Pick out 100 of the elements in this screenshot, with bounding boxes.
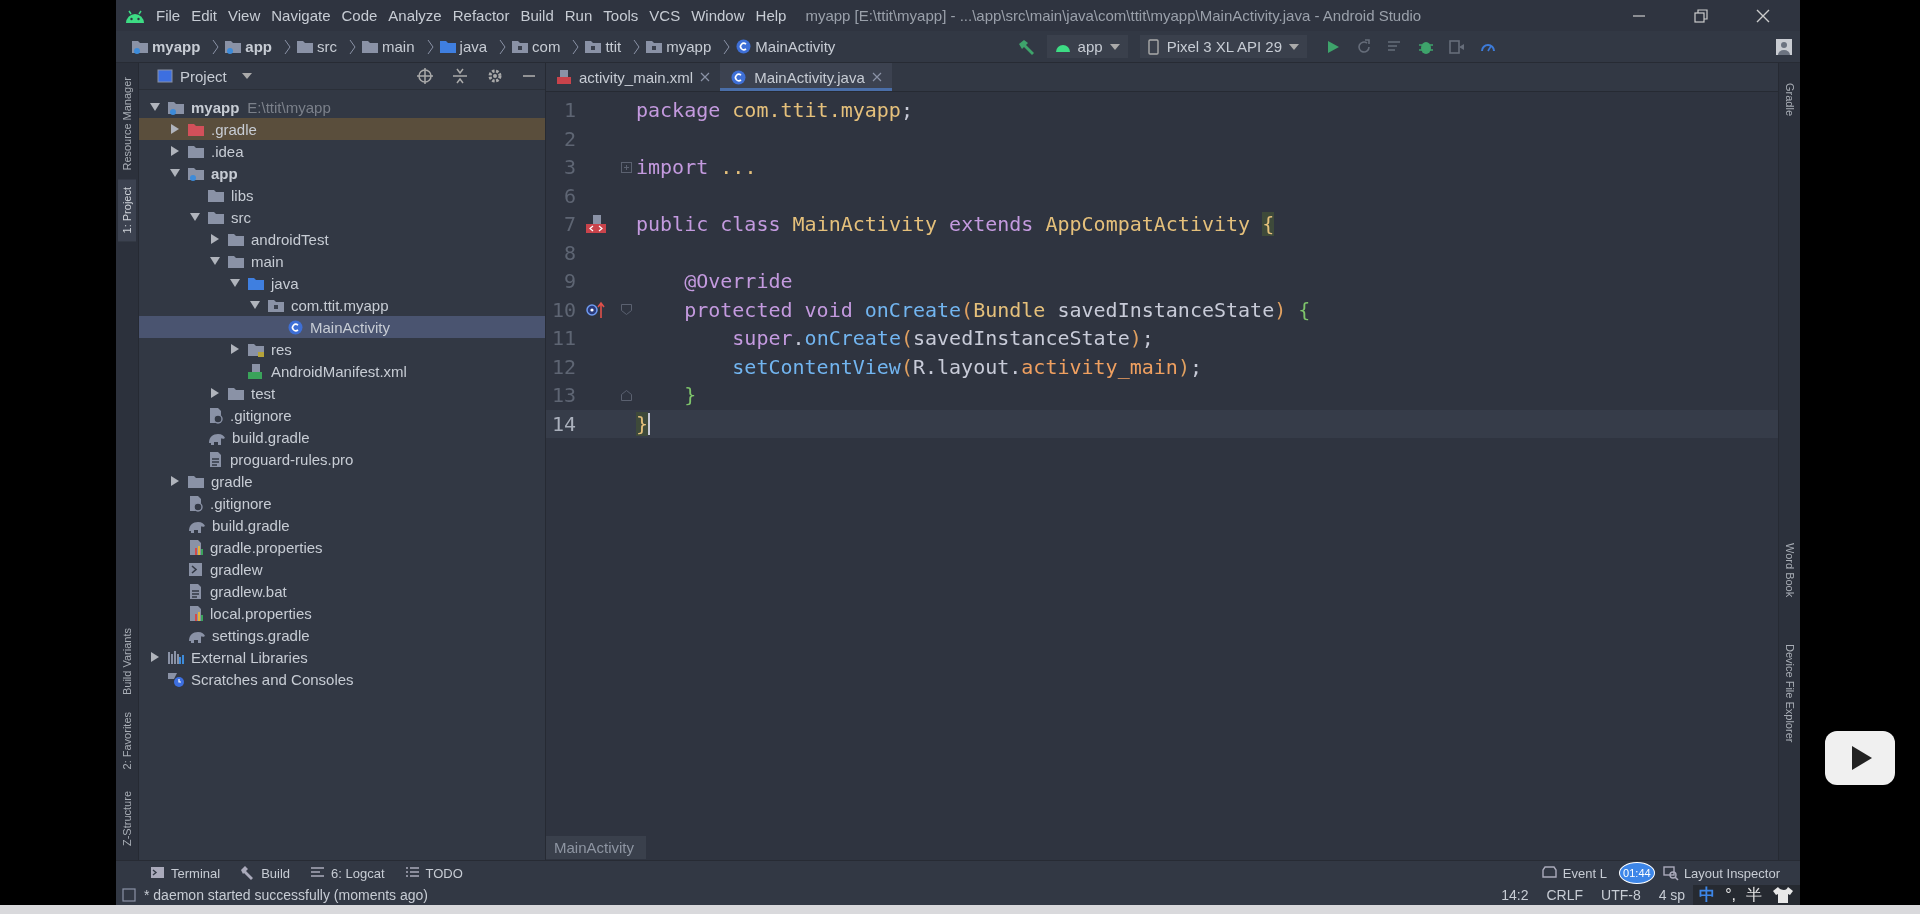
fold-start-icon[interactable] [620, 304, 632, 316]
collapse-all-icon[interactable] [453, 68, 467, 84]
expanded-arrow-icon[interactable] [169, 167, 181, 179]
override-marker-icon[interactable] [586, 300, 606, 319]
play-button-icon[interactable] [1825, 731, 1895, 785]
tree-item[interactable]: MainActivity [139, 316, 545, 338]
menu-item[interactable]: View [228, 7, 261, 24]
expanded-arrow-icon[interactable] [189, 211, 201, 223]
shirt-icon[interactable] [1772, 886, 1794, 904]
breadcrumb-item[interactable]: app [224, 38, 273, 55]
menu-item[interactable]: Run [564, 7, 593, 24]
breadcrumb-item[interactable]: main [361, 38, 415, 55]
ime-button[interactable]: °, [1725, 886, 1736, 904]
tree-item[interactable]: test [139, 382, 545, 404]
layout-file-icon[interactable] [585, 214, 607, 235]
close-icon[interactable] [1756, 8, 1770, 23]
hammer-icon[interactable] [1016, 37, 1035, 56]
collapsed-arrow-icon[interactable] [229, 343, 241, 355]
expanded-arrow-icon[interactable] [149, 101, 161, 113]
breadcrumb-item[interactable]: myapp [131, 38, 201, 55]
tool-window-tab[interactable]: Build Variants [118, 620, 136, 704]
collapsed-arrow-icon[interactable] [209, 387, 221, 399]
status-item[interactable]: 4 sp [1658, 887, 1686, 903]
menu-item[interactable]: Build [520, 7, 554, 24]
tree-item[interactable]: gradlew [139, 558, 545, 580]
expanded-arrow-icon[interactable] [229, 277, 241, 289]
tree-item[interactable]: app [139, 162, 545, 184]
breadcrumb-item[interactable]: com [511, 38, 561, 55]
menu-item[interactable]: Window [691, 7, 745, 24]
tree-item[interactable]: .gitignore [139, 492, 545, 514]
device-dropdown[interactable]: Pixel 3 XL API 29 [1139, 35, 1307, 58]
tree-item[interactable]: local.properties [139, 602, 545, 624]
close-icon[interactable] [871, 72, 882, 82]
tool-window-tab[interactable]: 1: Project [118, 178, 136, 242]
tree-item[interactable]: AndroidManifest.xml [139, 360, 545, 382]
tree-item[interactable]: External Libraries [139, 646, 545, 668]
ime-button[interactable]: 中 [1699, 884, 1716, 906]
breadcrumb-item[interactable]: MainActivity [735, 38, 836, 55]
status-item[interactable]: CRLF [1546, 887, 1583, 903]
collapsed-arrow-icon[interactable] [149, 651, 161, 663]
tree-item[interactable]: myapp E:\ttit\myapp [139, 96, 545, 118]
tool-window-button[interactable]: Terminal [150, 865, 221, 881]
menu-item[interactable]: Help [755, 7, 787, 24]
expanded-arrow-icon[interactable] [249, 299, 261, 311]
tree-item[interactable]: gradlew.bat [139, 580, 545, 602]
menu-item[interactable]: Navigate [271, 7, 331, 24]
tool-window-button[interactable]: 6: Logcat [310, 865, 385, 881]
status-item[interactable]: UTF-8 [1601, 887, 1641, 903]
breadcrumb-item[interactable]: src [296, 38, 338, 55]
run-icon[interactable] [1325, 38, 1341, 55]
tree-item[interactable]: Scratches and Consoles [139, 668, 545, 690]
restore-icon[interactable] [1694, 8, 1708, 23]
collapsed-arrow-icon[interactable] [169, 145, 181, 157]
project-view-dropdown[interactable]: Project [149, 67, 252, 85]
editor-tab[interactable]: MainActivity.java [720, 63, 892, 91]
tree-item[interactable]: com.ttit.myapp [139, 294, 545, 316]
editor-tab[interactable]: activity_main.xml [546, 63, 721, 91]
menu-item[interactable]: Code [341, 7, 378, 24]
tool-window-tab[interactable]: Word Book [1780, 535, 1799, 606]
tool-window-tab[interactable]: Z-Structure [118, 783, 136, 854]
run-config-dropdown[interactable]: app [1046, 35, 1128, 58]
menu-item[interactable]: VCS [649, 7, 681, 24]
tree-item[interactable]: main [139, 250, 545, 272]
locate-icon[interactable] [417, 68, 433, 84]
menu-item[interactable]: File [156, 7, 181, 24]
tool-window-tab[interactable]: Resource Manager [118, 69, 136, 179]
user-icon[interactable] [1776, 38, 1792, 55]
tree-item[interactable]: settings.gradle [139, 624, 545, 646]
collapsed-arrow-icon[interactable] [209, 233, 221, 245]
tool-window-tab[interactable]: Gradle [1780, 75, 1799, 125]
tree-item[interactable]: .idea [139, 140, 545, 162]
breadcrumb-item[interactable]: myapp [645, 38, 712, 55]
collapsed-arrow-icon[interactable] [169, 123, 181, 135]
tree-item[interactable]: res [139, 338, 545, 360]
tree-item[interactable]: gradle.properties [139, 536, 545, 558]
tree-item[interactable]: src [139, 206, 545, 228]
breadcrumb-item[interactable]: java [438, 38, 488, 55]
menu-item[interactable]: Edit [191, 7, 218, 24]
settings-icon[interactable] [487, 68, 503, 84]
menu-item[interactable]: Analyze [388, 7, 442, 24]
tool-window-button[interactable]: TODO [404, 865, 463, 881]
collapsed-arrow-icon[interactable] [169, 475, 181, 487]
status-item[interactable]: 14:2 [1501, 887, 1529, 903]
tool-window-tab[interactable]: 2: Favorites [118, 703, 136, 777]
expanded-arrow-icon[interactable] [209, 255, 221, 267]
tree-item[interactable]: gradle [139, 470, 545, 492]
ime-button[interactable]: 半 [1746, 884, 1762, 906]
tree-item[interactable]: androidTest [139, 228, 545, 250]
tree-item[interactable]: proguard-rules.pro [139, 448, 545, 470]
tool-window-button[interactable]: Build [240, 865, 291, 881]
tree-item[interactable]: build.gradle [139, 514, 545, 536]
tree-item[interactable]: build.gradle [139, 426, 545, 448]
menu-item[interactable]: Tools [603, 7, 639, 24]
menu-item[interactable]: Refactor [452, 7, 510, 24]
tree-item[interactable]: .gitignore [139, 404, 545, 426]
tree-item[interactable]: java [139, 272, 545, 294]
panel-toggle-icon[interactable] [122, 888, 136, 902]
breadcrumb-item[interactable]: ttit [584, 38, 622, 55]
tool-window-button[interactable]: Layout Inspector [1662, 865, 1780, 881]
tool-window-button[interactable]: Event L [1541, 865, 1607, 881]
